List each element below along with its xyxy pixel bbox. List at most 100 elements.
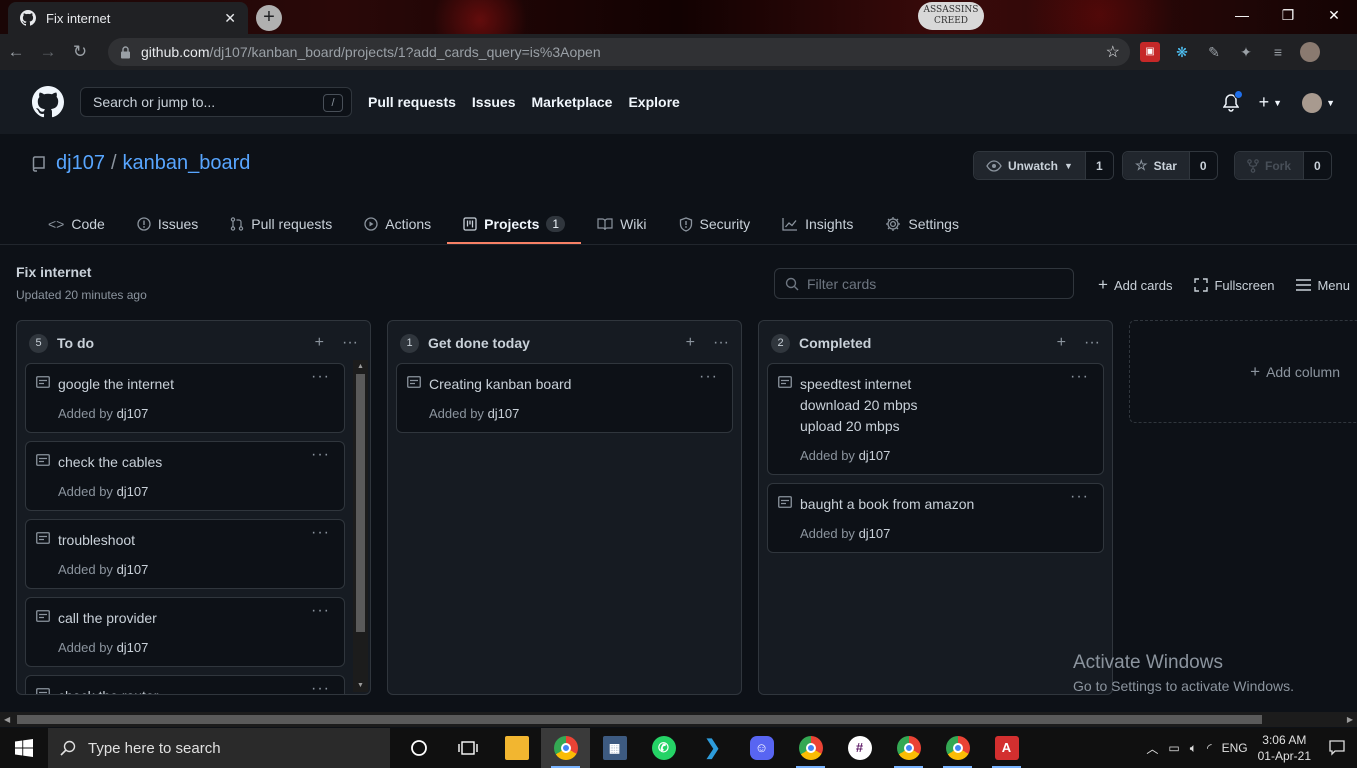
acrobat-reader-icon[interactable]: A bbox=[982, 728, 1031, 768]
extensions-puzzle-icon[interactable]: ✦ bbox=[1236, 42, 1256, 62]
calculator-icon[interactable]: ▦ bbox=[590, 728, 639, 768]
cortana-icon[interactable] bbox=[394, 728, 443, 768]
fork-button[interactable]: Fork bbox=[1235, 152, 1305, 179]
chrome-profile-icon[interactable] bbox=[884, 728, 933, 768]
card-more-icon[interactable]: ··· bbox=[311, 680, 330, 694]
bookmark-star-icon[interactable]: ☆ bbox=[1106, 42, 1120, 62]
column-scrollbar[interactable]: ▲ ▼ bbox=[353, 360, 368, 692]
stars-count[interactable]: 0 bbox=[1189, 152, 1217, 179]
forward-arrow-icon[interactable]: → bbox=[32, 42, 64, 62]
create-new-menu[interactable]: + ▼ bbox=[1259, 92, 1282, 113]
tab-insights[interactable]: Insights bbox=[766, 204, 869, 244]
scroll-right-arrow-icon[interactable]: ▶ bbox=[1347, 715, 1353, 724]
global-search-input[interactable]: Search or jump to... / bbox=[80, 87, 352, 117]
card-author-link[interactable]: dj107 bbox=[859, 448, 891, 463]
new-tab-button[interactable]: + bbox=[256, 5, 282, 31]
card-more-icon[interactable]: ··· bbox=[311, 602, 330, 620]
scroll-down-arrow-icon[interactable]: ▼ bbox=[357, 682, 364, 689]
taskbar-clock[interactable]: 3:06 AM 01-Apr-21 bbox=[1258, 732, 1311, 764]
scrollbar-thumb[interactable] bbox=[17, 715, 1262, 724]
project-card[interactable]: check the cables Added by dj107 ··· bbox=[25, 441, 345, 511]
menu-button[interactable]: Menu bbox=[1296, 275, 1350, 295]
tab-issues[interactable]: Issues bbox=[121, 204, 214, 244]
card-more-icon[interactable]: ··· bbox=[311, 524, 330, 542]
windows-start-icon[interactable] bbox=[0, 739, 48, 757]
column-more-icon[interactable]: ··· bbox=[1084, 334, 1100, 352]
column-title[interactable]: Get done today bbox=[428, 335, 530, 351]
card-author-link[interactable]: dj107 bbox=[117, 640, 149, 655]
chevron-up-icon[interactable]: ︿ bbox=[1146, 740, 1158, 757]
repo-owner-link[interactable]: dj107 bbox=[56, 152, 105, 175]
watchers-count[interactable]: 1 bbox=[1085, 152, 1113, 179]
vscode-icon[interactable]: ❯ bbox=[688, 728, 737, 768]
extension-butterfly-icon[interactable]: ❋ bbox=[1172, 42, 1192, 62]
tab-wiki[interactable]: Wiki bbox=[581, 204, 662, 244]
media-control-icon[interactable]: ≡ bbox=[1268, 42, 1288, 62]
user-menu[interactable]: ▼ bbox=[1302, 92, 1335, 113]
tab-actions[interactable]: Actions bbox=[348, 204, 447, 244]
scroll-up-arrow-icon[interactable]: ▲ bbox=[357, 363, 364, 370]
slack-icon[interactable]: # bbox=[835, 728, 884, 768]
column-title[interactable]: Completed bbox=[799, 335, 871, 351]
chrome-profile-icon[interactable] bbox=[786, 728, 835, 768]
card-more-icon[interactable]: ··· bbox=[699, 368, 718, 386]
repo-name-link[interactable]: kanban_board bbox=[123, 152, 251, 175]
tab-settings[interactable]: Settings bbox=[869, 204, 975, 244]
card-more-icon[interactable]: ··· bbox=[1070, 368, 1089, 386]
task-view-icon[interactable] bbox=[443, 728, 492, 768]
battery-icon[interactable]: ▭ bbox=[1168, 741, 1179, 755]
nav-issues[interactable]: Issues bbox=[472, 94, 516, 110]
project-card[interactable]: Creating kanban board Added by dj107 ··· bbox=[396, 363, 733, 433]
scrollbar-thumb[interactable] bbox=[356, 374, 365, 632]
chrome-profile-icon[interactable] bbox=[933, 728, 982, 768]
network-icon[interactable]: ◜ bbox=[1207, 741, 1212, 755]
column-more-icon[interactable]: ··· bbox=[713, 334, 729, 352]
nav-explore[interactable]: Explore bbox=[628, 94, 679, 110]
project-title[interactable]: Fix internet bbox=[16, 264, 91, 280]
project-card[interactable]: baught a book from amazon Added by dj107… bbox=[767, 483, 1104, 553]
tab-security[interactable]: Security bbox=[663, 204, 767, 244]
extension-red-icon[interactable]: ▣ bbox=[1140, 42, 1160, 62]
card-more-icon[interactable]: ··· bbox=[311, 368, 330, 386]
card-author-link[interactable]: dj107 bbox=[488, 406, 520, 421]
volume-icon[interactable]: 🔈︎ bbox=[1190, 741, 1197, 756]
card-author-link[interactable]: dj107 bbox=[859, 526, 891, 541]
card-author-link[interactable]: dj107 bbox=[117, 562, 149, 577]
browser-tab[interactable]: Fix internet ✕ bbox=[8, 2, 248, 34]
card-more-icon[interactable]: ··· bbox=[1070, 488, 1089, 506]
project-card[interactable]: google the internet Added by dj107 ··· bbox=[25, 363, 345, 433]
scroll-left-arrow-icon[interactable]: ◀ bbox=[4, 715, 10, 724]
chrome-icon[interactable] bbox=[541, 728, 590, 768]
discord-icon[interactable]: ☺ bbox=[737, 728, 786, 768]
project-card[interactable]: call the provider Added by dj107 ··· bbox=[25, 597, 345, 667]
column-title[interactable]: To do bbox=[57, 335, 94, 351]
notifications-bell-icon[interactable] bbox=[1222, 89, 1243, 112]
back-arrow-icon[interactable]: ← bbox=[0, 42, 32, 62]
language-indicator[interactable]: ENG bbox=[1222, 741, 1248, 755]
add-card-plus-icon[interactable]: + bbox=[1057, 334, 1066, 352]
unwatch-button[interactable]: Unwatch ▼ bbox=[974, 152, 1086, 179]
add-card-plus-icon[interactable]: + bbox=[686, 334, 695, 352]
project-card[interactable]: troubleshoot Added by dj107 ··· bbox=[25, 519, 345, 589]
card-author-link[interactable]: dj107 bbox=[117, 406, 149, 421]
add-column-button[interactable]: + Add column bbox=[1129, 320, 1357, 423]
tab-pull-requests[interactable]: Pull requests bbox=[214, 204, 348, 244]
fullscreen-button[interactable]: Fullscreen bbox=[1194, 275, 1274, 295]
restore-button[interactable]: ❐ bbox=[1265, 0, 1311, 30]
action-center-icon[interactable] bbox=[1329, 740, 1345, 756]
card-author-link[interactable]: dj107 bbox=[117, 484, 149, 499]
page-horizontal-scrollbar[interactable]: ◀ ▶ bbox=[0, 712, 1357, 727]
add-card-plus-icon[interactable]: + bbox=[315, 334, 324, 352]
tab-close-icon[interactable]: ✕ bbox=[224, 10, 236, 27]
add-cards-button[interactable]: + Add cards bbox=[1098, 275, 1172, 295]
forks-count[interactable]: 0 bbox=[1304, 152, 1331, 179]
project-card[interactable]: check the router ··· bbox=[25, 675, 345, 694]
pen-icon[interactable]: ✎ bbox=[1204, 42, 1224, 62]
tab-projects[interactable]: Projects 1 bbox=[447, 204, 582, 244]
tab-code[interactable]: <> Code bbox=[32, 204, 121, 244]
nav-marketplace[interactable]: Marketplace bbox=[532, 94, 613, 110]
nav-pull-requests[interactable]: Pull requests bbox=[368, 94, 456, 110]
minimize-button[interactable]: — bbox=[1219, 0, 1265, 30]
taskbar-search-input[interactable]: Type here to search bbox=[48, 728, 390, 768]
whatsapp-icon[interactable]: ✆ bbox=[639, 728, 688, 768]
